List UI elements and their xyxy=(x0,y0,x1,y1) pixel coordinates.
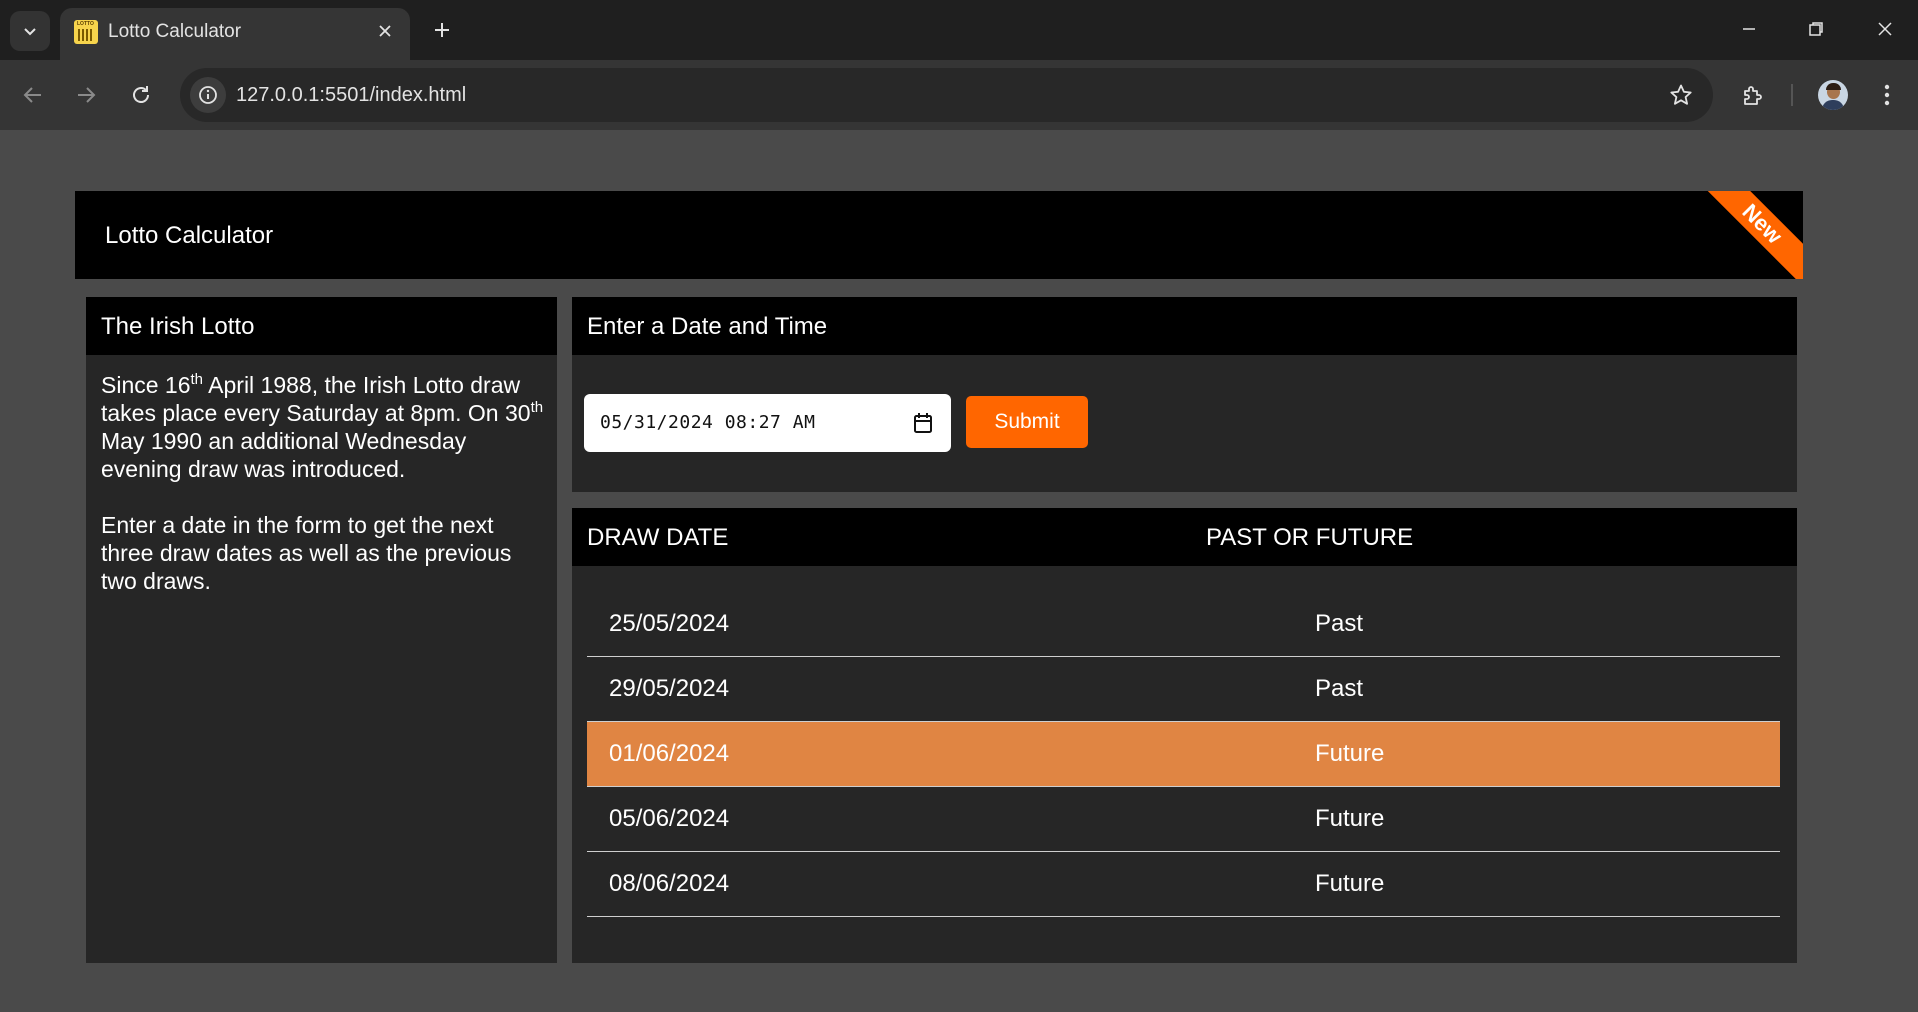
forward-button[interactable] xyxy=(66,75,106,115)
tab-title: Lotto Calculator xyxy=(108,21,242,42)
datetime-value: 05/31/2024 08:27 AM xyxy=(600,412,816,433)
form-panel-header: Enter a Date and Time xyxy=(572,297,1797,355)
minimize-icon xyxy=(1743,28,1755,30)
minimize-button[interactable] xyxy=(1716,0,1782,58)
info-panel-body: Since 16th April 1988, the Irish Lotto d… xyxy=(101,371,547,623)
table-row-next-draw: 01/06/2024 Future xyxy=(587,722,1780,787)
draw-table-body: 25/05/2024 Past 29/05/2024 Past 01/06/20… xyxy=(587,592,1780,917)
browser-toolbar: 127.0.0.1:5501/index.html xyxy=(0,60,1918,130)
reload-button[interactable] xyxy=(121,75,161,115)
table-header: DRAW DATE PAST OR FUTURE xyxy=(572,508,1797,566)
tab-close-button[interactable] xyxy=(372,18,398,44)
info-panel-header: The Irish Lotto xyxy=(86,297,557,355)
favicon-label: LOTTO xyxy=(77,21,94,27)
browser-chrome: LOTTO Lotto Calculator 127.0.0.1:5501/in… xyxy=(0,0,1918,130)
site-info-button[interactable] xyxy=(190,77,226,113)
draw-date-cell: 01/06/2024 xyxy=(609,740,730,767)
browser-menu-button[interactable] xyxy=(1867,75,1907,115)
tab-strip: LOTTO Lotto Calculator xyxy=(0,0,1918,60)
history-paragraph: Since 16th April 1988, the Irish Lotto d… xyxy=(101,371,544,482)
calendar-icon[interactable] xyxy=(913,412,933,434)
arrow-right-icon xyxy=(78,87,96,103)
datetime-input[interactable]: 05/31/2024 08:27 AM xyxy=(584,394,951,452)
draw-date-cell: 29/05/2024 xyxy=(609,675,730,702)
info-icon xyxy=(199,86,217,104)
app-header: Lotto Calculator New xyxy=(75,191,1803,279)
new-ribbon: New xyxy=(1698,191,1803,279)
back-button[interactable] xyxy=(13,75,53,115)
puzzle-icon xyxy=(1744,86,1762,105)
arrow-left-icon xyxy=(23,87,41,103)
lotto-favicon-icon: LOTTO xyxy=(74,20,98,44)
table-row: 08/06/2024 Future xyxy=(587,852,1780,917)
tab-search-button[interactable] xyxy=(10,11,50,51)
reload-icon xyxy=(133,86,149,103)
close-icon xyxy=(379,25,391,37)
status-cell: Past xyxy=(1315,675,1364,702)
table-row: 05/06/2024 Future xyxy=(587,787,1780,852)
info-panel: The Irish Lotto Since 16th April 1988, t… xyxy=(86,297,557,963)
table-row: 25/05/2024 Past xyxy=(587,592,1780,657)
table-row: 29/05/2024 Past xyxy=(587,657,1780,722)
date-form-panel: Enter a Date and Time 05/31/2024 08:27 A… xyxy=(572,297,1797,492)
restore-icon xyxy=(1809,22,1823,36)
draw-date-cell: 25/05/2024 xyxy=(609,610,730,637)
plus-icon xyxy=(435,23,449,37)
extensions-button[interactable] xyxy=(1733,75,1773,115)
restore-button[interactable] xyxy=(1783,0,1849,58)
instructions-paragraph: Enter a date in the form to get the next… xyxy=(101,512,512,594)
status-cell: Future xyxy=(1315,740,1385,767)
form-panel-title: Enter a Date and Time xyxy=(587,313,828,340)
address-bar[interactable]: 127.0.0.1:5501/index.html xyxy=(180,68,1713,122)
new-tab-button[interactable] xyxy=(423,11,461,49)
info-panel-title: The Irish Lotto xyxy=(101,313,255,340)
close-icon xyxy=(1878,22,1892,36)
column-header-draw-date: DRAW DATE xyxy=(587,524,729,551)
draw-table-panel: DRAW DATE PAST OR FUTURE 25/05/2024 Past… xyxy=(572,508,1797,963)
status-cell: Future xyxy=(1315,805,1385,832)
browser-tab[interactable]: LOTTO Lotto Calculator xyxy=(60,8,410,60)
profile-avatar[interactable] xyxy=(1818,80,1848,110)
star-icon xyxy=(1670,84,1692,105)
submit-button[interactable]: Submit xyxy=(966,396,1088,448)
toolbar-divider xyxy=(1791,84,1793,106)
page-content: Lotto Calculator New The Irish Lotto Sin… xyxy=(0,130,1918,1012)
chevron-down-icon xyxy=(24,28,36,36)
url-text[interactable]: 127.0.0.1:5501/index.html xyxy=(236,83,466,107)
bookmark-button[interactable] xyxy=(1667,81,1695,109)
column-header-past-or-future: PAST OR FUTURE xyxy=(1206,524,1414,551)
status-cell: Future xyxy=(1315,870,1385,897)
status-cell: Past xyxy=(1315,610,1364,637)
more-vertical-icon xyxy=(1884,84,1890,106)
close-window-button[interactable] xyxy=(1852,0,1918,58)
page-title: Lotto Calculator xyxy=(105,222,274,249)
draw-date-cell: 08/06/2024 xyxy=(609,870,730,897)
draw-date-cell: 05/06/2024 xyxy=(609,805,730,832)
